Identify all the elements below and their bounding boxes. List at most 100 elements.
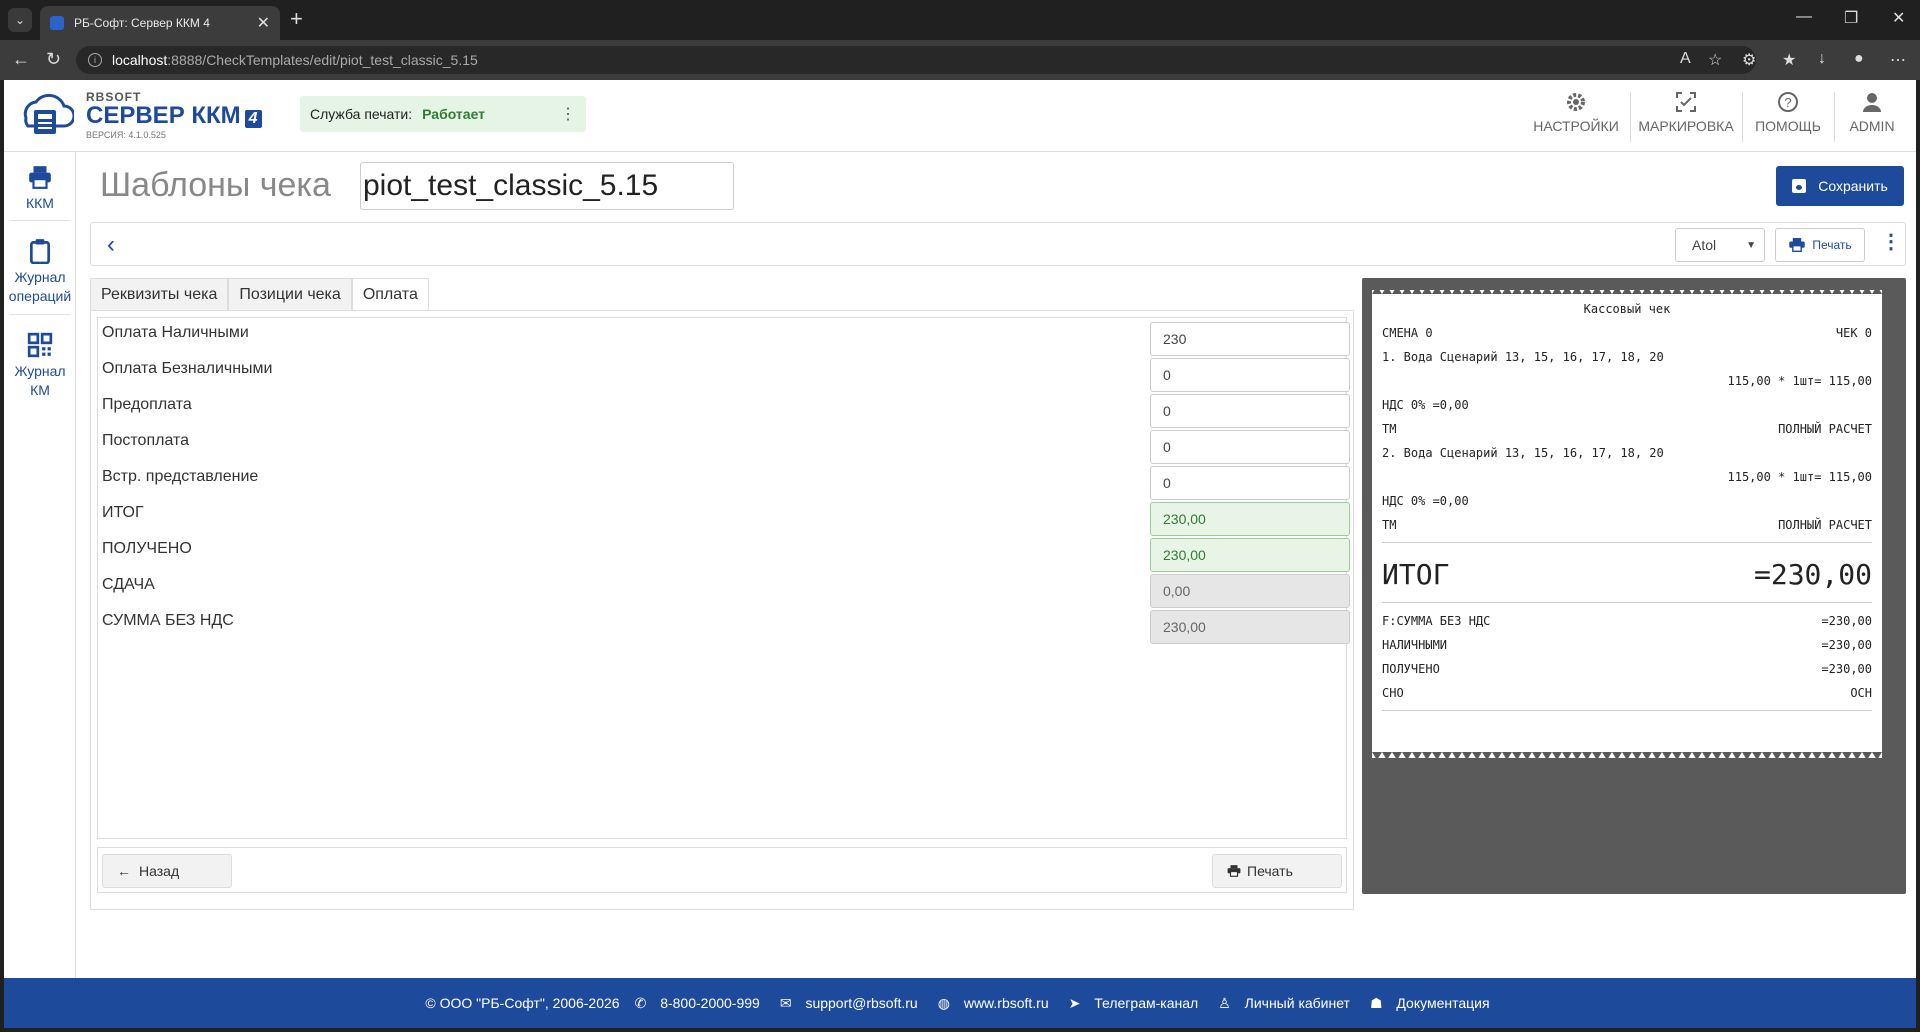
user-icon bbox=[1863, 93, 1881, 112]
counter-provision-input[interactable]: 0 bbox=[1150, 466, 1350, 500]
telegram-icon: ➤ bbox=[1068, 994, 1081, 1011]
info-icon[interactable]: i bbox=[88, 53, 102, 67]
close-window-icon[interactable]: ✕ bbox=[1892, 8, 1905, 28]
extensions-icon[interactable]: ⚙ bbox=[1742, 50, 1756, 70]
receipt-line: ТМ ПОЛНЫЙ РАСЧЕТ bbox=[1382, 422, 1872, 436]
phone-icon: ✆ bbox=[634, 994, 647, 1011]
marking-button[interactable]: МАРКИРОВКА bbox=[1636, 90, 1736, 146]
form-row: Встр. представление 0 bbox=[98, 466, 1350, 502]
back-icon[interactable]: ← bbox=[12, 49, 30, 70]
form-row: ИТОГ 230,00 bbox=[98, 502, 1350, 538]
arrow-left-icon: ← bbox=[117, 863, 131, 879]
receipt-preview-area: Кассовый чек СМЕНА 0 ЧЕК 0 1. Вода Сценар… bbox=[1362, 278, 1906, 894]
toolbar: ‹ Atol ▼ Печать ⋮ bbox=[90, 222, 1906, 266]
sidebar-item-km-journal[interactable]: Журнал КМ bbox=[4, 332, 76, 400]
toolbar-print-button[interactable]: Печать bbox=[1775, 228, 1865, 262]
sum-without-vat-label: СУММА БЕЗ НДС bbox=[102, 612, 234, 629]
favorites-icon[interactable]: ★ bbox=[1782, 50, 1796, 70]
user-button[interactable]: ADMIN bbox=[1840, 90, 1904, 146]
cash-label: Оплата Наличными bbox=[102, 324, 249, 341]
tab-title: РБ-Софт: Сервер ККМ 4 bbox=[74, 16, 210, 30]
browser-tabbar: ⌄ РБ-Софт: Сервер ККМ 4 ✕ + — ❐ ✕ bbox=[0, 0, 1920, 40]
person-icon: ♙ bbox=[1218, 994, 1231, 1011]
printer-icon bbox=[1789, 238, 1806, 252]
save-button[interactable]: Сохранить bbox=[1776, 166, 1904, 206]
clipboard-icon bbox=[29, 239, 51, 264]
receipt-check-no: ЧЕК 0 bbox=[1835, 326, 1872, 340]
received-label: ПОЛУЧЕНО bbox=[102, 540, 192, 557]
more-icon[interactable]: ⋯ bbox=[1890, 50, 1906, 70]
tab-positions[interactable]: Позиции чека bbox=[228, 278, 352, 310]
brand-name-text: СЕРВЕР ККМ bbox=[86, 102, 241, 129]
tab-list-button[interactable]: ⌄ bbox=[8, 8, 32, 32]
sidebar-item-kkm[interactable]: ККМ bbox=[4, 164, 76, 213]
total-field: 230,00 bbox=[1150, 502, 1350, 536]
globe-icon: ◍ bbox=[937, 994, 950, 1011]
download-icon[interactable]: ↓ bbox=[1818, 50, 1826, 68]
reload-icon[interactable]: ↻ bbox=[46, 49, 61, 70]
footer-cabinet[interactable]: ♙ Личный кабинет bbox=[1213, 995, 1355, 1012]
toolbar-print-label: Печать bbox=[1812, 238, 1852, 252]
save-disk-icon bbox=[1792, 179, 1807, 193]
tab-payment[interactable]: Оплата bbox=[351, 278, 429, 310]
receipt-item-price: 115,00 * 1шт= 115,00 bbox=[1727, 470, 1873, 484]
close-tab-icon[interactable]: ✕ bbox=[257, 13, 270, 33]
receipt-total-label: ИТОГ bbox=[1382, 558, 1450, 591]
footer-phone-text: 8-800-2000-999 bbox=[660, 994, 760, 1011]
receipt-line: НДС 0% =0,00 bbox=[1382, 494, 1872, 508]
receipt-bottom-edge bbox=[1372, 752, 1882, 760]
cash-input[interactable]: 230 bbox=[1150, 322, 1350, 356]
change-field: 0,00 bbox=[1150, 574, 1350, 608]
url-host: localhost bbox=[112, 52, 168, 68]
header-separator bbox=[1742, 92, 1743, 142]
footer-email[interactable]: ✉ support@rbsoft.ru bbox=[775, 995, 923, 1012]
footer-docs[interactable]: ☗ Документация bbox=[1365, 995, 1495, 1012]
read-aloud-icon[interactable]: A bbox=[1680, 50, 1691, 68]
url-input[interactable]: i localhost:8888/CheckTemplates/edit/pio… bbox=[76, 46, 1756, 74]
footer-site[interactable]: ◍ www.rbsoft.ru bbox=[933, 995, 1054, 1012]
browser-tab[interactable]: РБ-Софт: Сервер ККМ 4 ✕ bbox=[40, 6, 280, 40]
footer-phone[interactable]: ✆ 8-800-2000-999 bbox=[630, 995, 765, 1012]
help-button[interactable]: ? ПОМОЩЬ bbox=[1748, 90, 1828, 146]
prepayment-input[interactable]: 0 bbox=[1150, 394, 1350, 428]
receipt-summary-label: ПОЛУЧЕНО bbox=[1382, 662, 1440, 676]
cashless-input[interactable]: 0 bbox=[1150, 358, 1350, 392]
receipt-shift: СМЕНА 0 bbox=[1382, 326, 1433, 340]
new-tab-icon[interactable]: + bbox=[290, 8, 303, 30]
profile-icon[interactable]: ● bbox=[1854, 50, 1864, 68]
scan-icon bbox=[1676, 92, 1696, 112]
total-label: ИТОГ bbox=[102, 504, 144, 521]
driver-select[interactable]: Atol ▼ bbox=[1675, 228, 1765, 262]
page-viewport: RBSOFT СЕРВЕР ККМ 4 ВЕРСИЯ: 4.1.0.525 Слу… bbox=[4, 80, 1916, 1028]
settings-button[interactable]: НАСТРОЙКИ bbox=[1532, 90, 1620, 146]
minimize-icon[interactable]: — bbox=[1796, 8, 1812, 26]
more-vert-icon[interactable]: ⋮ bbox=[1881, 229, 1901, 254]
postpayment-input[interactable]: 0 bbox=[1150, 430, 1350, 464]
template-name-input[interactable] bbox=[360, 162, 734, 210]
tab-requisites[interactable]: Реквизиты чека bbox=[90, 278, 229, 310]
favorite-star-icon[interactable]: ☆ bbox=[1708, 50, 1722, 70]
tab-bar: Реквизиты чека Позиции чека Оплата bbox=[90, 278, 429, 310]
print-service-menu-icon[interactable]: ⋮ bbox=[560, 104, 576, 124]
footer-site-text: www.rbsoft.ru bbox=[963, 994, 1049, 1011]
header-separator bbox=[1630, 92, 1631, 142]
receipt: Кассовый чек СМЕНА 0 ЧЕК 0 1. Вода Сценар… bbox=[1372, 286, 1882, 760]
receipt-separator bbox=[1382, 602, 1872, 603]
receipt-item-name: 1. Вода Сценарий 13, 15, 16, 17, 18, 20 bbox=[1382, 350, 1664, 364]
sidebar-item-operations[interactable]: Журнал операций bbox=[4, 238, 76, 306]
cashless-label: Оплата Безналичными bbox=[102, 360, 273, 377]
restore-icon[interactable]: ❐ bbox=[1844, 8, 1858, 28]
form-print-button[interactable]: Печать bbox=[1212, 854, 1342, 888]
form-row: СУММА БЕЗ НДС 230,00 bbox=[98, 610, 1350, 646]
back-button[interactable]: ← Назад bbox=[102, 854, 232, 888]
receipt-title: Кассовый чек bbox=[1583, 302, 1671, 316]
footer-cabinet-text: Личный кабинет bbox=[1244, 994, 1350, 1011]
browser-addressbar: ← ↻ i localhost:8888/CheckTemplates/edit… bbox=[0, 40, 1920, 80]
back-chevron-icon[interactable]: ‹ bbox=[107, 231, 115, 259]
form-row: ПОЛУЧЕНО 230,00 bbox=[98, 538, 1350, 574]
receipt-line: СНО ОСН bbox=[1382, 686, 1872, 700]
footer-telegram[interactable]: ➤ Телеграм-канал bbox=[1064, 995, 1204, 1012]
printer-icon bbox=[29, 166, 51, 189]
receipt-item-mode: ПОЛНЫЙ РАСЧЕТ bbox=[1778, 518, 1872, 532]
received-field: 230,00 bbox=[1150, 538, 1350, 572]
